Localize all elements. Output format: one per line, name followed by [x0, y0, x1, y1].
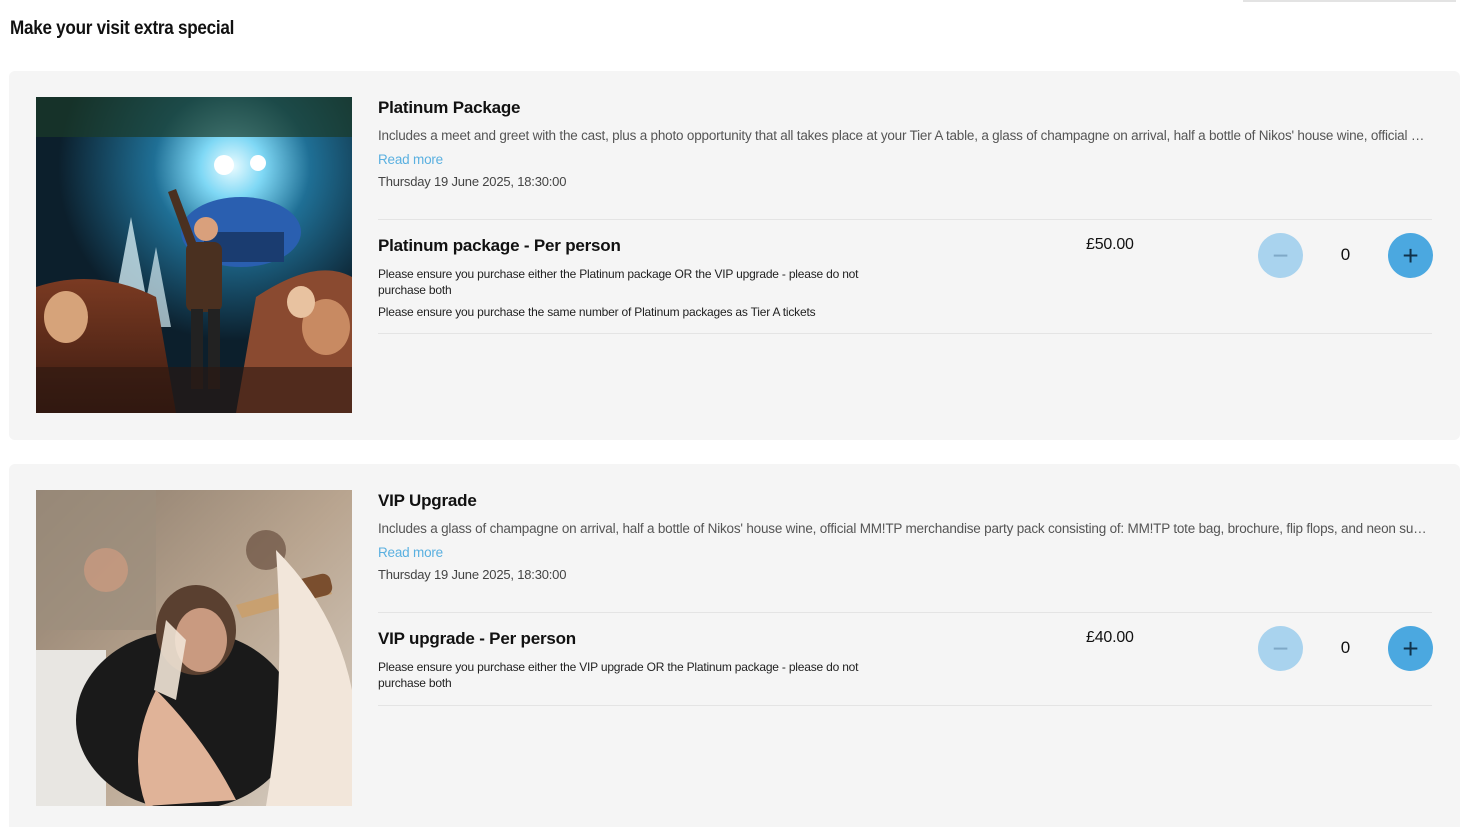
quantity-stepper: − 0 + — [1258, 626, 1433, 671]
package-photo-platinum — [36, 97, 352, 413]
package-date: Thursday 19 June 2025, 18:30:00 — [378, 174, 567, 189]
package-card-platinum: Platinum Package Includes a meet and gre… — [9, 71, 1460, 440]
option-price: £40.00 — [1086, 629, 1134, 646]
option-divider-bottom — [378, 705, 1432, 706]
quantity-value: 0 — [1340, 638, 1351, 657]
option-divider-bottom — [378, 333, 1432, 334]
top-divider — [1243, 0, 1456, 2]
package-photo-vip — [36, 490, 352, 806]
option-title: Platinum package - Per person — [378, 236, 621, 255]
package-info-vip: VIP Upgrade Includes a glass of champagn… — [378, 490, 1433, 706]
option-note: Please ensure you purchase either the Pl… — [378, 267, 859, 297]
quantity-value: 0 — [1340, 245, 1351, 264]
option-price: £50.00 — [1086, 236, 1134, 253]
package-description: Includes a meet and greet with the cast,… — [378, 128, 1432, 143]
option-platinum-per-person: Platinum package - Per person Please ens… — [378, 220, 1433, 333]
plus-icon: + — [1402, 239, 1419, 271]
package-card-vip: VIP Upgrade Includes a glass of champagn… — [9, 464, 1460, 827]
option-note: Please ensure you purchase either the VI… — [378, 660, 859, 690]
option-vip-per-person: VIP upgrade - Per person Please ensure y… — [378, 613, 1433, 705]
package-title: Platinum Package — [378, 98, 521, 117]
package-date: Thursday 19 June 2025, 18:30:00 — [378, 567, 567, 582]
option-title: VIP upgrade - Per person — [378, 629, 576, 648]
read-more-link[interactable]: Read more — [378, 545, 443, 560]
decrease-quantity-button[interactable]: − — [1258, 233, 1303, 278]
section-title: Make your visit extra special — [10, 18, 235, 39]
decrease-quantity-button[interactable]: − — [1258, 626, 1303, 671]
quantity-stepper: − 0 + — [1258, 233, 1433, 278]
plus-icon: + — [1402, 632, 1419, 664]
minus-icon: − — [1272, 239, 1289, 271]
minus-icon: − — [1272, 632, 1289, 664]
package-description: Includes a glass of champagne on arrival… — [378, 521, 1432, 536]
package-title: VIP Upgrade — [378, 491, 477, 510]
increase-quantity-button[interactable]: + — [1388, 626, 1433, 671]
increase-quantity-button[interactable]: + — [1388, 233, 1433, 278]
package-info-platinum: Platinum Package Includes a meet and gre… — [378, 97, 1433, 334]
read-more-link[interactable]: Read more — [378, 152, 443, 167]
option-note: Please ensure you purchase the same numb… — [378, 305, 816, 319]
